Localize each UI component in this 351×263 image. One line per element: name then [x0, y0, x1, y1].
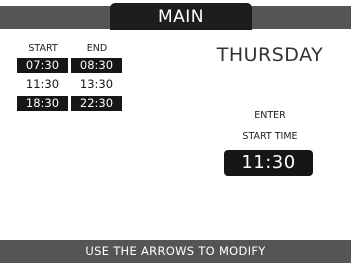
screen-title: MAIN: [110, 3, 252, 30]
end-time-cell-1[interactable]: 08:30: [71, 58, 122, 73]
start-column-header: START: [28, 43, 58, 54]
prompt-line-enter: ENTER: [254, 110, 286, 121]
end-time-cell-2[interactable]: 13:30: [71, 77, 122, 92]
end-time-cell-3[interactable]: 22:30: [71, 96, 122, 111]
start-time-cell-3[interactable]: 18:30: [17, 96, 68, 111]
start-time-cell-1[interactable]: 07:30: [17, 58, 68, 73]
start-time-cell-2[interactable]: 11:30: [17, 77, 68, 92]
top-bar: MAIN: [0, 0, 351, 30]
prompt-line-start-time: START TIME: [242, 131, 298, 142]
start-time-value[interactable]: 11:30: [224, 150, 313, 176]
end-column-header: END: [86, 43, 108, 54]
footer-hint: USE THE ARROWS TO MODIFY: [0, 240, 351, 263]
day-label: THURSDAY: [216, 44, 324, 66]
